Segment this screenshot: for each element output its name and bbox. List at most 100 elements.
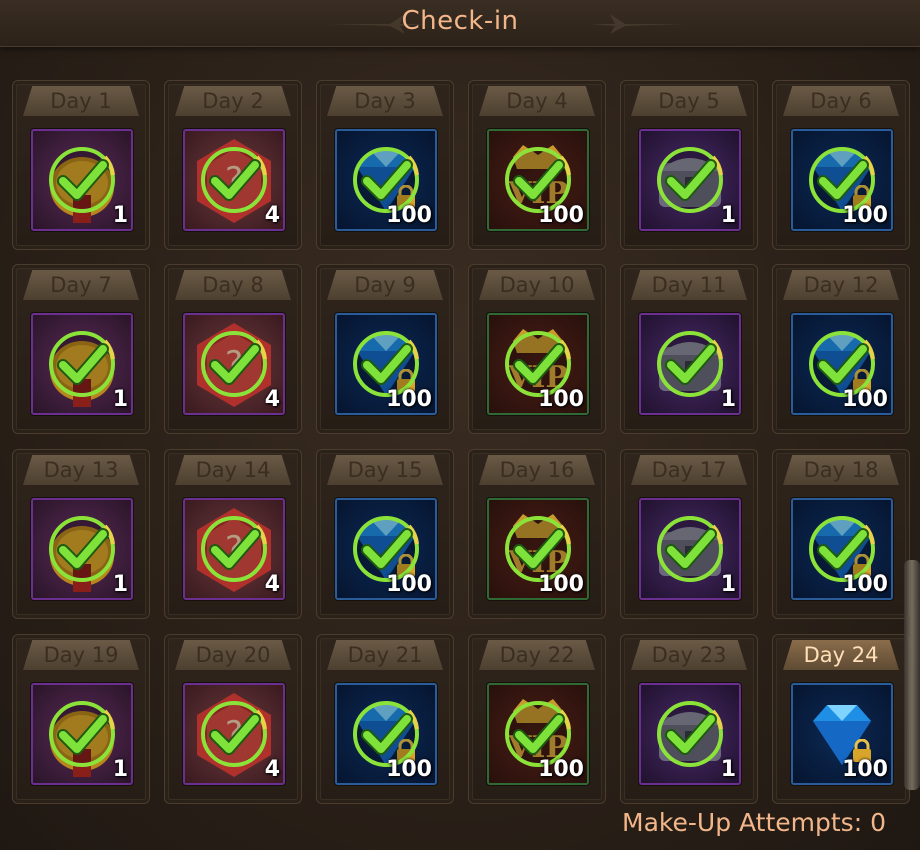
reward-count: 100 bbox=[538, 387, 584, 412]
day-label: Day 13 bbox=[23, 455, 139, 485]
day-cell-9[interactable]: Day 9 100 bbox=[316, 264, 454, 434]
day-label: Day 16 bbox=[479, 455, 595, 485]
day-label: Day 15 bbox=[327, 455, 443, 485]
day-cell-18[interactable]: Day 18 100 bbox=[772, 449, 910, 619]
day-label: Day 7 bbox=[23, 270, 139, 300]
day-label: Day 1 bbox=[23, 86, 139, 116]
day-cell-24[interactable]: Day 24 100 bbox=[772, 634, 910, 804]
make-up-count: 0 bbox=[870, 808, 886, 837]
day-cell-1[interactable]: Day 1 1 bbox=[12, 80, 150, 250]
reward-count: 1 bbox=[112, 387, 128, 412]
reward-item[interactable]: ? 4 bbox=[183, 683, 285, 785]
reward-count: 1 bbox=[720, 387, 736, 412]
reward-count: 4 bbox=[264, 387, 280, 412]
reward-item[interactable]: 1 bbox=[639, 313, 741, 415]
day-label: Day 17 bbox=[631, 455, 747, 485]
day-label: Day 14 bbox=[175, 455, 291, 485]
reward-item[interactable]: VIP 100 bbox=[487, 683, 589, 785]
reward-count: 100 bbox=[842, 387, 888, 412]
day-cell-5[interactable]: Day 5 1 bbox=[620, 80, 758, 250]
make-up-label: Make-Up Attempts: bbox=[622, 808, 863, 837]
reward-item[interactable]: 100 bbox=[791, 313, 893, 415]
reward-count: 1 bbox=[720, 203, 736, 228]
day-label: Day 6 bbox=[783, 86, 899, 116]
day-cell-16[interactable]: Day 16 VIP 100 bbox=[468, 449, 606, 619]
day-label: Day 18 bbox=[783, 455, 899, 485]
reward-item[interactable]: 1 bbox=[639, 683, 741, 785]
reward-count: 1 bbox=[720, 572, 736, 597]
reward-count: 100 bbox=[842, 203, 888, 228]
day-cell-15[interactable]: Day 15 100 bbox=[316, 449, 454, 619]
day-cell-4[interactable]: Day 4 VIP 100 bbox=[468, 80, 606, 250]
claimed-check-icon bbox=[657, 516, 723, 582]
day-cell-19[interactable]: Day 19 1 bbox=[12, 634, 150, 804]
day-label: Day 3 bbox=[327, 86, 443, 116]
claimed-check-icon bbox=[49, 516, 115, 582]
reward-item[interactable]: 100 bbox=[791, 498, 893, 600]
day-cell-17[interactable]: Day 17 1 bbox=[620, 449, 758, 619]
reward-count: 100 bbox=[386, 203, 432, 228]
day-cell-8[interactable]: Day 8 ? 4 bbox=[164, 264, 302, 434]
day-label: Day 23 bbox=[631, 640, 747, 670]
claimed-check-icon bbox=[201, 147, 267, 213]
title-bar: Check-in bbox=[0, 0, 920, 47]
reward-item[interactable]: ? 4 bbox=[183, 313, 285, 415]
day-label: Day 9 bbox=[327, 270, 443, 300]
day-cell-22[interactable]: Day 22 VIP 100 bbox=[468, 634, 606, 804]
reward-item[interactable]: 1 bbox=[31, 313, 133, 415]
reward-item[interactable]: 100 bbox=[335, 498, 437, 600]
reward-count: 1 bbox=[720, 757, 736, 782]
day-cell-23[interactable]: Day 23 1 bbox=[620, 634, 758, 804]
claimed-check-icon bbox=[201, 516, 267, 582]
reward-count: 1 bbox=[112, 757, 128, 782]
title-ornament-right bbox=[590, 14, 685, 34]
day-cell-2[interactable]: Day 2 ? 4 bbox=[164, 80, 302, 250]
reward-count: 4 bbox=[264, 757, 280, 782]
reward-count: 100 bbox=[386, 387, 432, 412]
day-cell-14[interactable]: Day 14 ? 4 bbox=[164, 449, 302, 619]
reward-count: 100 bbox=[842, 572, 888, 597]
reward-count: 100 bbox=[386, 757, 432, 782]
reward-item[interactable]: 100 bbox=[791, 683, 893, 785]
make-up-attempts: Make-Up Attempts: 0 bbox=[622, 808, 886, 837]
day-label: Day 20 bbox=[175, 640, 291, 670]
day-cell-10[interactable]: Day 10 VIP 100 bbox=[468, 264, 606, 434]
day-cell-20[interactable]: Day 20 ? 4 bbox=[164, 634, 302, 804]
reward-item[interactable]: 100 bbox=[335, 313, 437, 415]
claimed-check-icon bbox=[657, 147, 723, 213]
claimed-check-icon bbox=[49, 701, 115, 767]
claimed-check-icon bbox=[657, 331, 723, 397]
reward-item[interactable]: 1 bbox=[639, 129, 741, 231]
day-label: Day 11 bbox=[631, 270, 747, 300]
day-label: Day 2 bbox=[175, 86, 291, 116]
check-in-grid: Day 1 1Day 2 ? 4Day 3 100Day 4 bbox=[0, 48, 920, 850]
day-cell-12[interactable]: Day 12 100 bbox=[772, 264, 910, 434]
day-label: Day 19 bbox=[23, 640, 139, 670]
day-cell-7[interactable]: Day 7 1 bbox=[12, 264, 150, 434]
reward-item[interactable]: VIP 100 bbox=[487, 129, 589, 231]
day-cell-11[interactable]: Day 11 1 bbox=[620, 264, 758, 434]
claimed-check-icon bbox=[201, 701, 267, 767]
reward-item[interactable]: VIP 100 bbox=[487, 498, 589, 600]
reward-item[interactable]: 100 bbox=[335, 683, 437, 785]
reward-count: 100 bbox=[538, 203, 584, 228]
reward-count: 4 bbox=[264, 203, 280, 228]
day-label: Day 21 bbox=[327, 640, 443, 670]
reward-item[interactable]: 100 bbox=[335, 129, 437, 231]
day-cell-6[interactable]: Day 6 100 bbox=[772, 80, 910, 250]
reward-item[interactable]: 1 bbox=[31, 498, 133, 600]
day-label: Day 12 bbox=[783, 270, 899, 300]
claimed-check-icon bbox=[49, 147, 115, 213]
reward-item[interactable]: ? 4 bbox=[183, 129, 285, 231]
reward-item[interactable]: 1 bbox=[31, 683, 133, 785]
day-label: Day 4 bbox=[479, 86, 595, 116]
day-cell-13[interactable]: Day 13 1 bbox=[12, 449, 150, 619]
reward-item[interactable]: 1 bbox=[639, 498, 741, 600]
reward-item[interactable]: 100 bbox=[791, 129, 893, 231]
day-label: Day 5 bbox=[631, 86, 747, 116]
reward-item[interactable]: ? 4 bbox=[183, 498, 285, 600]
reward-item[interactable]: VIP 100 bbox=[487, 313, 589, 415]
reward-item[interactable]: 1 bbox=[31, 129, 133, 231]
day-cell-3[interactable]: Day 3 100 bbox=[316, 80, 454, 250]
day-cell-21[interactable]: Day 21 100 bbox=[316, 634, 454, 804]
